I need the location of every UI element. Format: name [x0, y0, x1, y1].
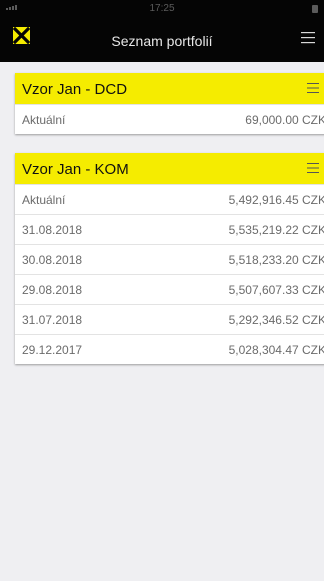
portfolio-value-row[interactable]: Aktuální 69,000.00 CZK	[15, 104, 324, 134]
portfolio-card: Vzor Jan - KOM Aktuální 5,492,916.45 CZK…	[15, 153, 324, 364]
menu-icon[interactable]	[300, 30, 316, 46]
row-value: 5,028,304.47 CZK	[228, 343, 324, 357]
portfolio-header[interactable]: Vzor Jan - DCD	[15, 73, 324, 104]
portfolio-name: Vzor Jan - DCD	[22, 81, 128, 98]
row-value: 69,000.00 CZK	[245, 113, 324, 127]
nav-bar: Seznam portfolií	[0, 18, 324, 62]
row-value: 5,518,233.20 CZK	[228, 253, 324, 267]
row-label: Aktuální	[22, 193, 66, 207]
portfolio-value-row[interactable]: 30.08.2018 5,518,233.20 CZK	[15, 244, 324, 274]
portfolio-value-row[interactable]: 31.08.2018 5,535,219.22 CZK	[15, 214, 324, 244]
row-label: 31.08.2018	[22, 223, 83, 237]
row-label: 31.07.2018	[22, 313, 83, 327]
portfolio-value-row[interactable]: Aktuální 5,492,916.45 CZK	[15, 184, 324, 214]
portfolio-value-row[interactable]: 29.12.2017 5,028,304.47 CZK	[15, 334, 324, 364]
row-label: 30.08.2018	[22, 253, 83, 267]
row-value: 5,292,346.52 CZK	[228, 313, 324, 327]
page-title: Seznam portfolií	[111, 33, 213, 49]
row-label: 29.08.2018	[22, 283, 83, 297]
row-value: 5,535,219.22 CZK	[228, 223, 324, 237]
row-label: 29.12.2017	[22, 343, 83, 357]
portfolio-header[interactable]: Vzor Jan - KOM	[15, 153, 324, 184]
portfolio-menu-icon[interactable]	[307, 82, 319, 94]
status-bar: 17:25	[0, 0, 324, 18]
portfolio-value-row[interactable]: 29.08.2018 5,507,607.33 CZK	[15, 274, 324, 304]
row-value: 5,507,607.33 CZK	[228, 283, 324, 297]
row-value: 5,492,916.45 CZK	[228, 193, 324, 207]
battery-icon	[312, 5, 318, 13]
portfolio-value-row[interactable]: 31.07.2018 5,292,346.52 CZK	[15, 304, 324, 334]
portfolio-card: Vzor Jan - DCD Aktuální 69,000.00 CZK	[15, 73, 324, 134]
portfolio-name: Vzor Jan - KOM	[22, 161, 129, 178]
status-time: 17:25	[149, 3, 175, 14]
portfolio-menu-icon[interactable]	[307, 162, 319, 174]
row-label: Aktuální	[22, 113, 66, 127]
